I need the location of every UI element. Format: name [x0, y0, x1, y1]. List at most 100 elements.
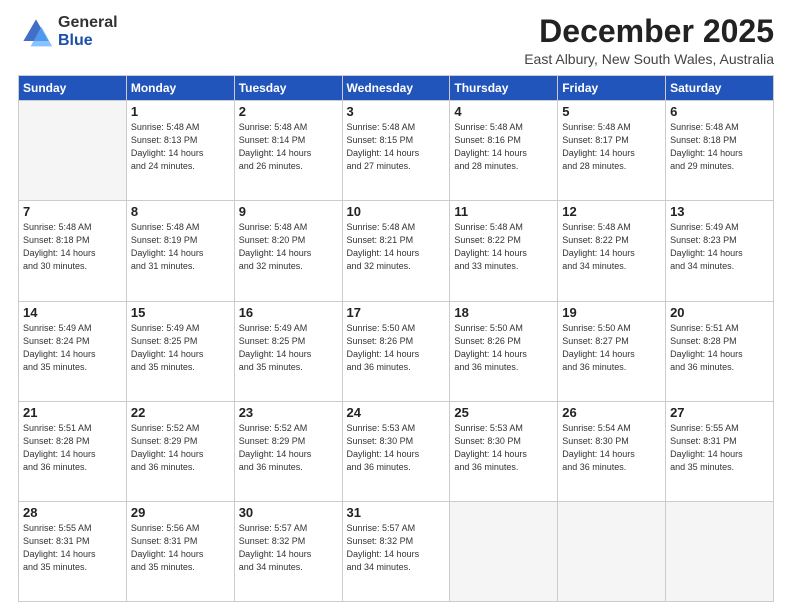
cell-text: Sunrise: 5:48 AMSunset: 8:18 PMDaylight:…	[670, 121, 769, 173]
calendar-cell: 10 Sunrise: 5:48 AMSunset: 8:21 PMDayligh…	[342, 201, 450, 301]
cell-text: Sunrise: 5:53 AMSunset: 8:30 PMDaylight:…	[347, 422, 446, 474]
day-number: 2	[239, 104, 338, 119]
calendar-cell: 26 Sunrise: 5:54 AMSunset: 8:30 PMDayligh…	[558, 401, 666, 501]
cell-text: Sunrise: 5:48 AMSunset: 8:17 PMDaylight:…	[562, 121, 661, 173]
calendar-cell: 11 Sunrise: 5:48 AMSunset: 8:22 PMDayligh…	[450, 201, 558, 301]
calendar-cell: 6 Sunrise: 5:48 AMSunset: 8:18 PMDaylight…	[666, 101, 774, 201]
cell-text: Sunrise: 5:48 AMSunset: 8:19 PMDaylight:…	[131, 221, 230, 273]
calendar-cell	[558, 501, 666, 601]
cell-text: Sunrise: 5:53 AMSunset: 8:30 PMDaylight:…	[454, 422, 553, 474]
day-number: 8	[131, 204, 230, 219]
day-number: 20	[670, 305, 769, 320]
calendar-cell: 30Sunrise: 5:57 AMSunset: 8:32 PMDayligh…	[234, 501, 342, 601]
cell-text: Sunrise: 5:50 AMSunset: 8:26 PMDaylight:…	[454, 322, 553, 374]
calendar-header-wednesday: Wednesday	[342, 76, 450, 101]
day-number: 28	[23, 505, 122, 520]
day-number: 14	[23, 305, 122, 320]
day-number: 29	[131, 505, 230, 520]
cell-text: Sunrise: 5:54 AMSunset: 8:30 PMDaylight:…	[562, 422, 661, 474]
calendar-cell: 3 Sunrise: 5:48 AMSunset: 8:15 PMDaylight…	[342, 101, 450, 201]
calendar-cell	[450, 501, 558, 601]
cell-text: Sunrise: 5:52 AMSunset: 8:29 PMDaylight:…	[131, 422, 230, 474]
cell-text: Sunrise: 5:49 AMSunset: 8:25 PMDaylight:…	[131, 322, 230, 374]
calendar-header-row: SundayMondayTuesdayWednesdayThursdayFrid…	[19, 76, 774, 101]
calendar-week-row: 21Sunrise: 5:51 AMSunset: 8:28 PMDayligh…	[19, 401, 774, 501]
day-number: 6	[670, 104, 769, 119]
calendar-cell: 4Sunrise: 5:48 AMSunset: 8:16 PMDaylight…	[450, 101, 558, 201]
cell-text: Sunrise: 5:55 AMSunset: 8:31 PMDaylight:…	[23, 522, 122, 574]
calendar-cell: 22 Sunrise: 5:52 AMSunset: 8:29 PMDayligh…	[126, 401, 234, 501]
day-number: 1	[131, 104, 230, 119]
cell-text: Sunrise: 5:52 AMSunset: 8:29 PMDaylight:…	[239, 422, 338, 474]
calendar-cell: 5Sunrise: 5:48 AMSunset: 8:17 PMDaylight…	[558, 101, 666, 201]
cell-text: Sunrise: 5:48 AMSunset: 8:16 PMDaylight:…	[454, 121, 553, 173]
calendar-cell: 12 Sunrise: 5:48 AMSunset: 8:22 PMDayligh…	[558, 201, 666, 301]
cell-text: Sunrise: 5:48 AMSunset: 8:18 PMDaylight:…	[23, 221, 122, 273]
calendar-header-sunday: Sunday	[19, 76, 127, 101]
day-number: 17	[347, 305, 446, 320]
day-number: 30	[239, 505, 338, 520]
calendar-cell: 8 Sunrise: 5:48 AMSunset: 8:19 PMDaylight…	[126, 201, 234, 301]
calendar-header-friday: Friday	[558, 76, 666, 101]
day-number: 12	[562, 204, 661, 219]
day-number: 9	[239, 204, 338, 219]
logo-text: General Blue	[58, 14, 118, 49]
day-number: 31	[347, 505, 446, 520]
cell-text: Sunrise: 5:49 AMSunset: 8:23 PMDaylight:…	[670, 221, 769, 273]
cell-text: Sunrise: 5:51 AMSunset: 8:28 PMDaylight:…	[670, 322, 769, 374]
calendar-cell: 15 Sunrise: 5:49 AMSunset: 8:25 PMDayligh…	[126, 301, 234, 401]
day-number: 15	[131, 305, 230, 320]
cell-text: Sunrise: 5:48 AMSunset: 8:20 PMDaylight:…	[239, 221, 338, 273]
day-number: 19	[562, 305, 661, 320]
day-number: 11	[454, 204, 553, 219]
day-number: 26	[562, 405, 661, 420]
cell-text: Sunrise: 5:50 AMSunset: 8:26 PMDaylight:…	[347, 322, 446, 374]
calendar-week-row: 28 Sunrise: 5:55 AMSunset: 8:31 PMDayligh…	[19, 501, 774, 601]
day-number: 23	[239, 405, 338, 420]
calendar-cell: 28 Sunrise: 5:55 AMSunset: 8:31 PMDayligh…	[19, 501, 127, 601]
calendar-cell: 25Sunrise: 5:53 AMSunset: 8:30 PMDayligh…	[450, 401, 558, 501]
calendar-header-tuesday: Tuesday	[234, 76, 342, 101]
page: General Blue December 2025 East Albury, …	[0, 0, 792, 612]
calendar-cell: 31 Sunrise: 5:57 AMSunset: 8:32 PMDayligh…	[342, 501, 450, 601]
cell-text: Sunrise: 5:49 AMSunset: 8:24 PMDaylight:…	[23, 322, 122, 374]
calendar-cell: 14 Sunrise: 5:49 AMSunset: 8:24 PMDayligh…	[19, 301, 127, 401]
day-number: 27	[670, 405, 769, 420]
calendar-cell: 17 Sunrise: 5:50 AMSunset: 8:26 PMDayligh…	[342, 301, 450, 401]
cell-text: Sunrise: 5:48 AMSunset: 8:13 PMDaylight:…	[131, 121, 230, 173]
day-number: 22	[131, 405, 230, 420]
cell-text: Sunrise: 5:48 AMSunset: 8:14 PMDaylight:…	[239, 121, 338, 173]
calendar-cell: 2 Sunrise: 5:48 AMSunset: 8:14 PMDaylight…	[234, 101, 342, 201]
calendar-cell: 21Sunrise: 5:51 AMSunset: 8:28 PMDayligh…	[19, 401, 127, 501]
calendar-cell: 9 Sunrise: 5:48 AMSunset: 8:20 PMDaylight…	[234, 201, 342, 301]
day-number: 3	[347, 104, 446, 119]
calendar-cell: 20 Sunrise: 5:51 AMSunset: 8:28 PMDayligh…	[666, 301, 774, 401]
cell-text: Sunrise: 5:48 AMSunset: 8:21 PMDaylight:…	[347, 221, 446, 273]
cell-text: Sunrise: 5:48 AMSunset: 8:15 PMDaylight:…	[347, 121, 446, 173]
calendar-header-monday: Monday	[126, 76, 234, 101]
cell-text: Sunrise: 5:48 AMSunset: 8:22 PMDaylight:…	[562, 221, 661, 273]
calendar-week-row: 1 Sunrise: 5:48 AMSunset: 8:13 PMDaylight…	[19, 101, 774, 201]
day-number: 18	[454, 305, 553, 320]
header: General Blue December 2025 East Albury, …	[18, 14, 774, 67]
calendar-cell	[666, 501, 774, 601]
day-number: 16	[239, 305, 338, 320]
day-number: 7	[23, 204, 122, 219]
logo: General Blue	[18, 14, 118, 50]
day-number: 13	[670, 204, 769, 219]
calendar-header-thursday: Thursday	[450, 76, 558, 101]
calendar-cell: 24Sunrise: 5:53 AMSunset: 8:30 PMDayligh…	[342, 401, 450, 501]
calendar-cell: 13 Sunrise: 5:49 AMSunset: 8:23 PMDayligh…	[666, 201, 774, 301]
calendar-cell: 18 Sunrise: 5:50 AMSunset: 8:26 PMDayligh…	[450, 301, 558, 401]
cell-text: Sunrise: 5:57 AMSunset: 8:32 PMDaylight:…	[347, 522, 446, 574]
calendar-header-saturday: Saturday	[666, 76, 774, 101]
calendar-table: SundayMondayTuesdayWednesdayThursdayFrid…	[18, 75, 774, 602]
cell-text: Sunrise: 5:48 AMSunset: 8:22 PMDaylight:…	[454, 221, 553, 273]
cell-text: Sunrise: 5:56 AMSunset: 8:31 PMDaylight:…	[131, 522, 230, 574]
calendar-cell	[19, 101, 127, 201]
location: East Albury, New South Wales, Australia	[524, 51, 774, 67]
calendar-cell: 16Sunrise: 5:49 AMSunset: 8:25 PMDayligh…	[234, 301, 342, 401]
day-number: 10	[347, 204, 446, 219]
cell-text: Sunrise: 5:51 AMSunset: 8:28 PMDaylight:…	[23, 422, 122, 474]
calendar-week-row: 14 Sunrise: 5:49 AMSunset: 8:24 PMDayligh…	[19, 301, 774, 401]
